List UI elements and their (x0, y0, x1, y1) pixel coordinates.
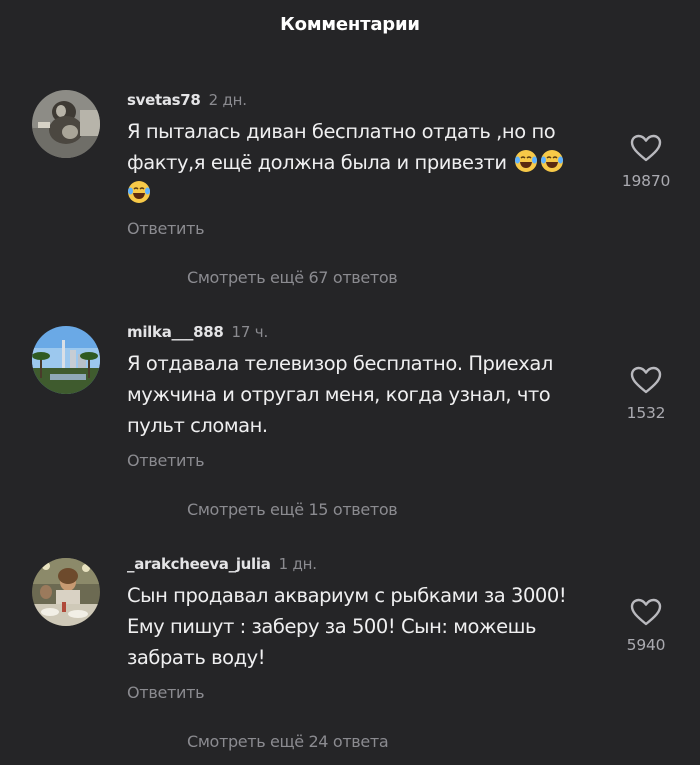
view-more-replies-button[interactable]: Смотреть ещё 24 ответа (187, 732, 389, 752)
username[interactable]: _arakcheeva_julia (127, 555, 271, 573)
like-button[interactable]: 1532 (610, 366, 682, 422)
comment-text: Я пыталась диван бесплатно отдать ,но по… (127, 116, 597, 209)
comment-text: Я отдавала телевизор бесплатно. Приехал … (127, 352, 553, 437)
username[interactable]: milka___888 (127, 323, 224, 341)
cat-photo-avatar-icon (32, 90, 100, 158)
comment-item: milka___888 17 ч. Я отдавала телевизор бе… (0, 280, 700, 519)
avatar[interactable] (32, 90, 100, 158)
comments-header: Комментарии (0, 0, 700, 48)
comment-item: _arakcheeva_julia 1 дн. Сын продавал аква… (0, 512, 700, 751)
avatar[interactable] (32, 326, 100, 394)
comment-text: Сын продавал аквариум с рыбками за 3000!… (127, 584, 567, 669)
like-button[interactable]: 5940 (610, 598, 682, 654)
laughing-tears-emoji-icon (128, 181, 150, 203)
like-count: 5940 (626, 636, 666, 654)
comment-item: svetas78 2 дн. Я пыталась диван бесплатно… (0, 48, 700, 287)
restaurant-people-photo-avatar-icon (32, 558, 100, 626)
username[interactable]: svetas78 (127, 91, 201, 109)
timestamp: 1 дн. (278, 555, 317, 573)
heart-outline-icon[interactable] (630, 366, 662, 394)
laughing-tears-emoji-icon (541, 150, 564, 172)
avatar[interactable] (32, 558, 100, 626)
reply-button[interactable]: Ответить (127, 683, 205, 703)
like-count: 1532 (626, 404, 666, 422)
city-palms-photo-avatar-icon (32, 326, 100, 394)
heart-outline-icon[interactable] (630, 598, 662, 626)
page-title: Комментарии (280, 13, 420, 35)
like-button[interactable]: 19870 (610, 134, 682, 190)
heart-outline-icon[interactable] (630, 134, 662, 162)
like-count: 19870 (621, 172, 671, 190)
reply-button[interactable]: Ответить (127, 219, 205, 239)
reply-button[interactable]: Ответить (127, 451, 205, 471)
timestamp: 17 ч. (231, 323, 269, 341)
laughing-tears-emoji-icon (515, 150, 538, 172)
timestamp: 2 дн. (208, 91, 247, 109)
